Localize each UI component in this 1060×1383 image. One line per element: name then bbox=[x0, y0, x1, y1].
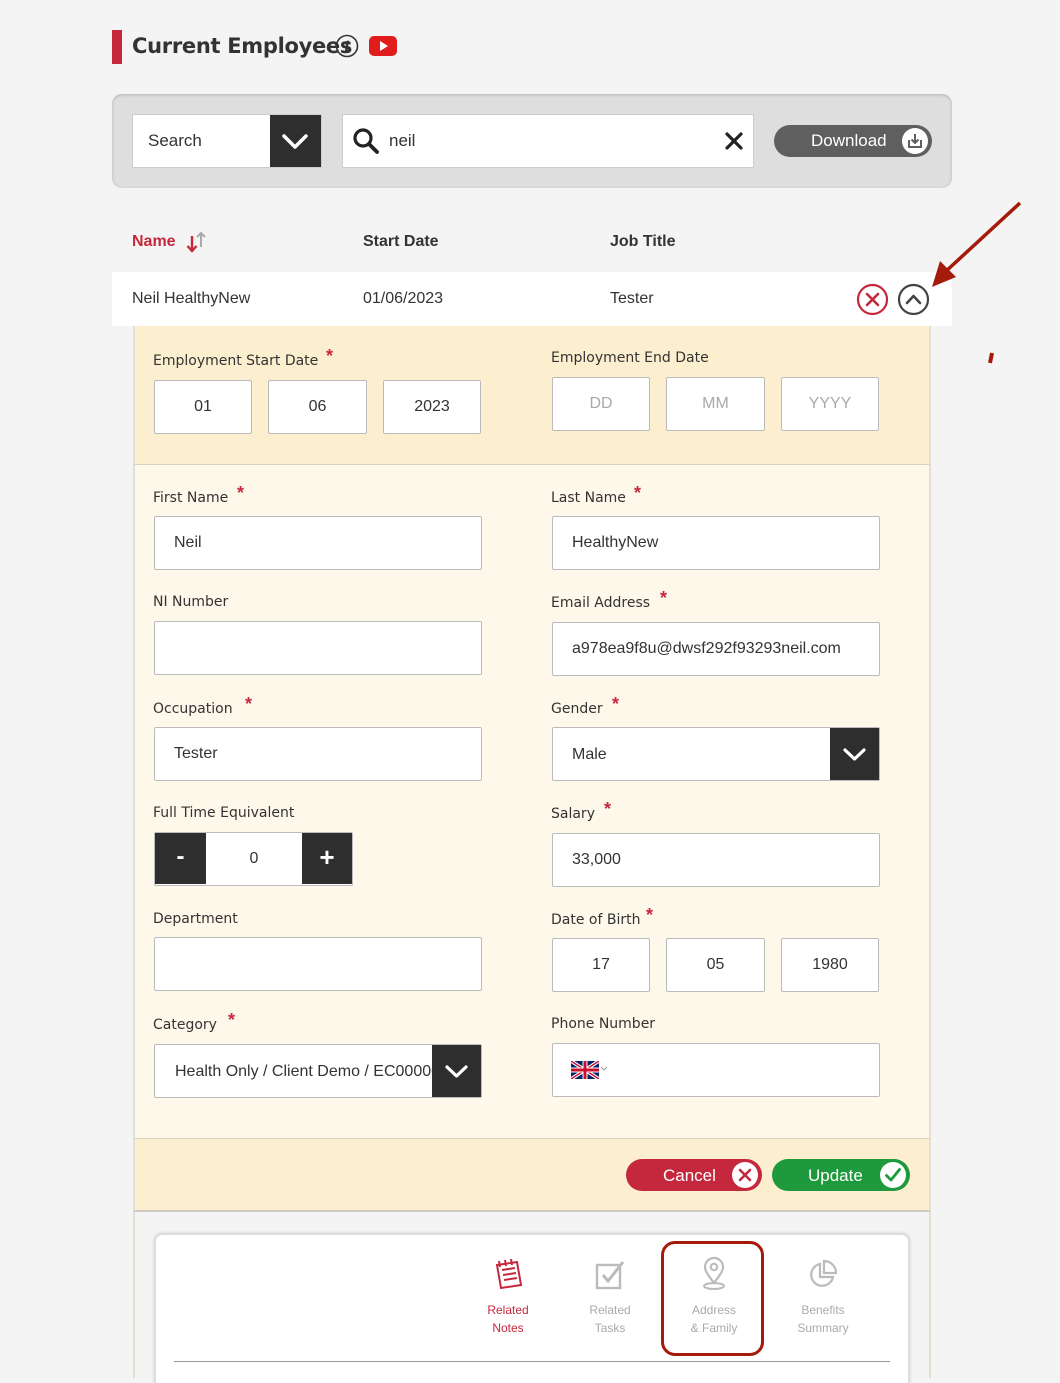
chevron-down-icon bbox=[282, 134, 308, 149]
tab-benefits-summary-line1: Benefits bbox=[801, 1303, 845, 1317]
category-label: Category bbox=[153, 1017, 217, 1033]
last-name-label: Last Name bbox=[551, 490, 626, 506]
notes-icon[interactable] bbox=[492, 1259, 526, 1291]
required-mark: * bbox=[646, 905, 654, 925]
title-accent-bar bbox=[112, 30, 122, 64]
department-label: Department bbox=[153, 911, 238, 927]
column-header-job-title[interactable]: Job Title bbox=[610, 233, 676, 251]
annotation-arrow-icon bbox=[932, 201, 1022, 364]
chevron-down-icon bbox=[843, 748, 866, 761]
employment-start-month-value: 06 bbox=[308, 398, 327, 415]
category-value: Health Only / Client Demo / EC00000 bbox=[175, 1063, 433, 1080]
required-mark: * bbox=[660, 588, 668, 608]
tab-related-notes[interactable]: Related Notes bbox=[463, 1301, 553, 1337]
gender-value: Male bbox=[572, 746, 607, 763]
tab-related-notes-line1: Related bbox=[487, 1303, 529, 1317]
salary-label: Salary bbox=[551, 806, 595, 822]
email-label: Email Address bbox=[551, 595, 651, 611]
employment-end-month-placeholder: MM bbox=[702, 395, 729, 412]
chevron-down-icon bbox=[600, 1066, 608, 1071]
salary-value: 33,000 bbox=[572, 851, 621, 868]
employment-end-day-placeholder: DD bbox=[589, 395, 613, 412]
fte-decrement-label: - bbox=[176, 843, 185, 870]
ni-number-label: NI Number bbox=[153, 594, 229, 610]
employment-start-label: Employment Start Date bbox=[153, 353, 319, 369]
required-mark: * bbox=[228, 1010, 236, 1030]
phone-label: Phone Number bbox=[551, 1016, 656, 1032]
category-dropdown-button[interactable] bbox=[432, 1045, 481, 1097]
annotation-highlight-box bbox=[661, 1241, 764, 1356]
dob-label: Date of Birth bbox=[551, 912, 641, 928]
employment-start-day-value: 01 bbox=[194, 398, 212, 415]
last-name-value: HealthyNew bbox=[572, 534, 659, 551]
info-icon[interactable]: i bbox=[335, 34, 359, 58]
cancel-button-label: Cancel bbox=[663, 1166, 716, 1185]
search-icon bbox=[353, 128, 379, 154]
required-mark: * bbox=[634, 483, 642, 503]
required-mark: * bbox=[245, 694, 253, 714]
pie-chart-icon[interactable] bbox=[806, 1259, 838, 1291]
tab-related-tasks-line2: Tasks bbox=[594, 1321, 626, 1335]
gender-label: Gender bbox=[551, 701, 603, 717]
tab-related-tasks[interactable]: Related Tasks bbox=[565, 1301, 655, 1337]
tab-related-tasks-line1: Related bbox=[589, 1303, 631, 1317]
search-query-text: neil bbox=[389, 131, 416, 150]
youtube-icon[interactable] bbox=[369, 36, 397, 56]
fte-value: 0 bbox=[249, 850, 259, 867]
first-name-value: Neil bbox=[174, 534, 202, 551]
tabs-divider bbox=[174, 1361, 890, 1362]
dob-day-value: 17 bbox=[592, 956, 610, 973]
email-value: a978ea9f8u@dwsf292f93293neil.com bbox=[572, 640, 841, 657]
download-button-label: Download bbox=[811, 131, 887, 150]
employment-end-year-placeholder: YYYY bbox=[808, 395, 852, 412]
required-mark: * bbox=[612, 694, 620, 714]
fte-label: Full Time Equivalent bbox=[153, 805, 295, 821]
search-type-dropdown-button[interactable] bbox=[270, 115, 321, 167]
uk-flag-icon[interactable] bbox=[571, 1061, 599, 1079]
row-start-date: 01/06/2023 bbox=[363, 290, 444, 307]
sort-icon[interactable] bbox=[185, 230, 209, 254]
employment-end-label: Employment End Date bbox=[551, 350, 709, 366]
search-type-label: Search bbox=[148, 131, 202, 150]
download-icon bbox=[902, 128, 928, 154]
occupation-label: Occupation bbox=[153, 701, 233, 717]
row-job-title: Tester bbox=[610, 290, 654, 307]
first-name-label: First Name bbox=[153, 490, 229, 506]
delete-row-icon[interactable] bbox=[856, 283, 889, 316]
chevron-down-icon bbox=[445, 1065, 468, 1078]
cancel-x-icon bbox=[732, 1162, 758, 1188]
required-mark: * bbox=[237, 483, 245, 503]
column-header-name[interactable]: Name bbox=[132, 233, 176, 251]
column-header-start-date[interactable]: Start Date bbox=[363, 233, 439, 251]
required-mark: * bbox=[326, 346, 334, 366]
ni-number-field[interactable] bbox=[154, 621, 482, 675]
page-title: Current Employees bbox=[132, 34, 353, 58]
gender-dropdown-button[interactable] bbox=[830, 728, 879, 780]
fte-increment-label: + bbox=[319, 842, 335, 872]
required-mark: * bbox=[604, 799, 612, 819]
first-name-field[interactable] bbox=[154, 516, 482, 570]
row-name: Neil HealthyNew bbox=[132, 290, 251, 307]
checkmark-icon bbox=[880, 1162, 906, 1188]
clear-search-icon[interactable] bbox=[724, 131, 744, 151]
svg-text:i: i bbox=[344, 39, 349, 55]
tasks-checkbox-icon[interactable] bbox=[594, 1259, 626, 1291]
tab-benefits-summary[interactable]: Benefits Summary bbox=[778, 1301, 868, 1337]
dob-month-value: 05 bbox=[706, 956, 725, 973]
update-button-label: Update bbox=[808, 1166, 863, 1185]
department-field[interactable] bbox=[154, 937, 482, 991]
tab-benefits-summary-line2: Summary bbox=[797, 1321, 849, 1335]
employment-start-year-value: 2023 bbox=[414, 398, 450, 415]
dob-year-value: 1980 bbox=[812, 956, 848, 973]
tab-related-notes-line2: Notes bbox=[492, 1321, 524, 1335]
occupation-value: Tester bbox=[174, 745, 218, 762]
